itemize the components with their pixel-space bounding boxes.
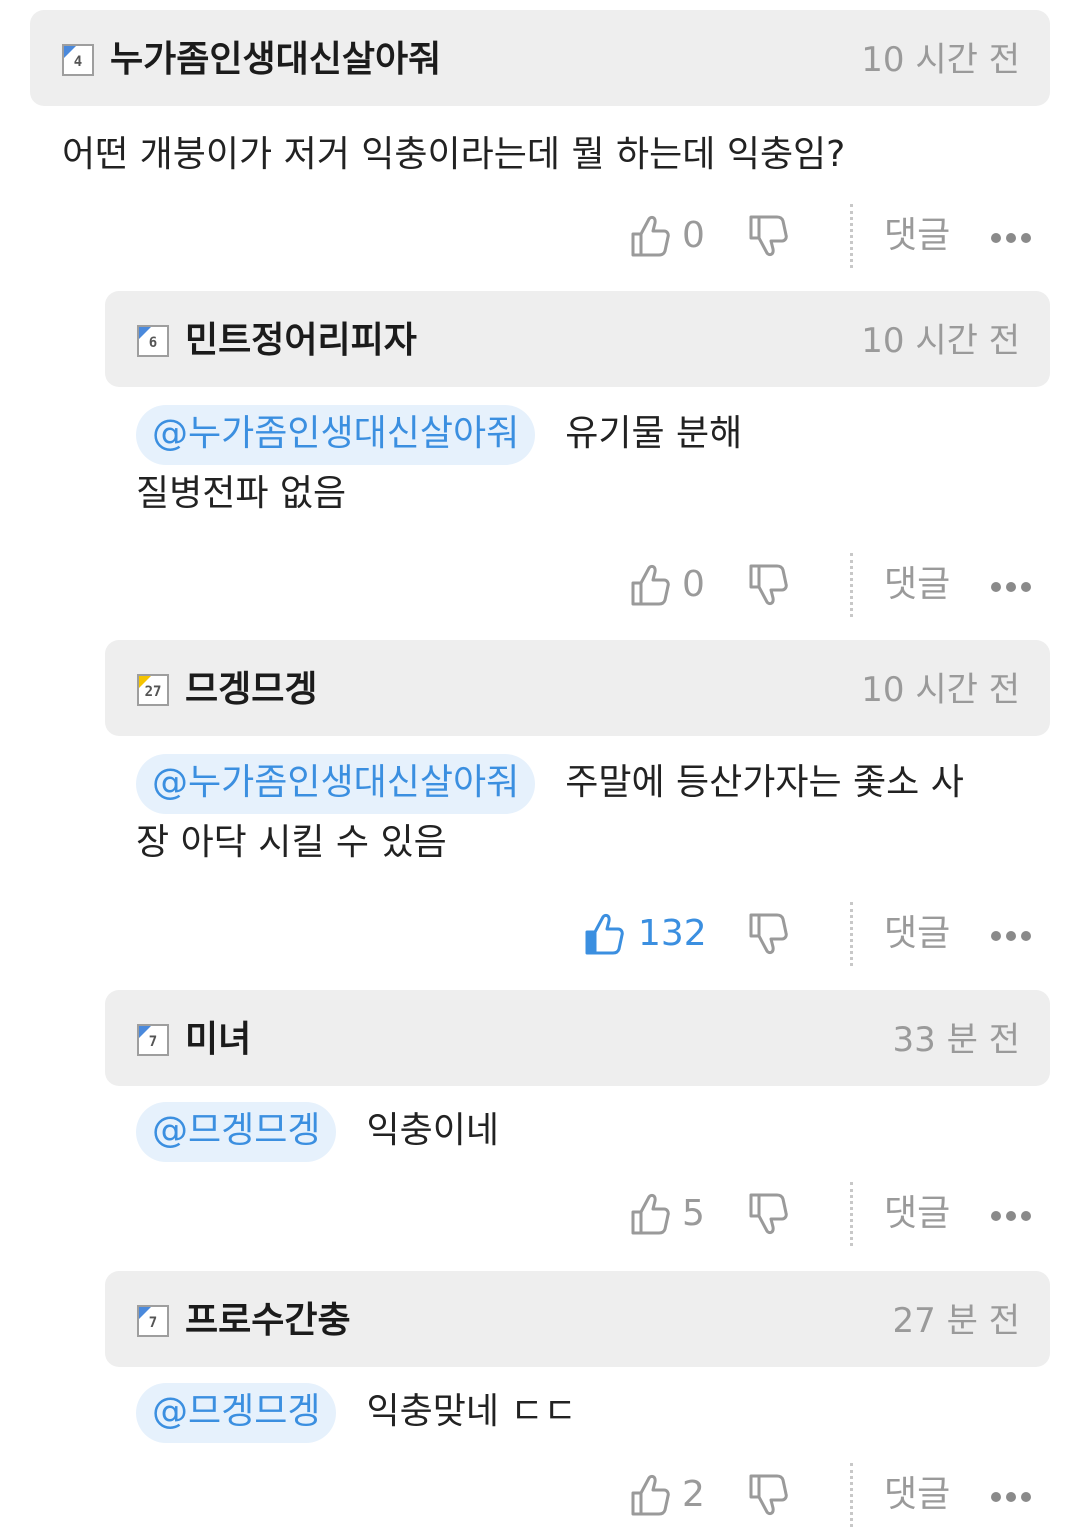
timestamp: 10 시간 전 (861, 670, 1020, 710)
timestamp: 10 시간 전 (861, 321, 1020, 361)
nickname[interactable]: 므겡므겡 (185, 666, 317, 714)
divider (850, 902, 853, 966)
level-badge-icon: 27 (137, 674, 169, 706)
comment-body: @므겡므겡 익충이네 (136, 1102, 499, 1162)
divider (850, 553, 853, 617)
more-icon[interactable] (990, 581, 1032, 593)
like-count: 0 (682, 215, 705, 256)
comment-body: 어떤 개붕이가 저거 익충이라는데 뭘 하는데 익충임? (62, 126, 845, 184)
mention-tag[interactable]: @므겡므겡 (136, 1102, 337, 1162)
like-count: 5 (682, 1193, 705, 1234)
reply-button[interactable]: 댓글 (884, 1471, 950, 1519)
like-count: 2 (682, 1474, 705, 1515)
nickname[interactable]: 미녀 (185, 1016, 251, 1064)
timestamp: 27 분 전 (892, 1301, 1020, 1341)
level-badge-icon: 7 (137, 1305, 169, 1337)
comment-text: 익충맞네 ㄷㄷ (366, 1391, 577, 1432)
comment-header: 4 누가좀인생대신살아줘 10 시간 전 (30, 10, 1050, 106)
level-badge-icon: 6 (137, 325, 169, 357)
mention-tag[interactable]: @누가좀인생대신살아줘 (136, 405, 536, 465)
comment-actions: 0 댓글 (630, 553, 1050, 617)
comment-body: @누가좀인생대신살아줘 유기물 분해 질병전파 없음 (136, 405, 1050, 523)
more-icon[interactable] (990, 1210, 1032, 1222)
level-badge-icon: 4 (62, 44, 94, 76)
more-icon[interactable] (990, 232, 1032, 244)
divider (850, 1463, 853, 1527)
thumbs-down-icon[interactable] (748, 912, 788, 956)
reply-button[interactable]: 댓글 (884, 212, 950, 260)
thumbs-down-icon[interactable] (748, 214, 788, 258)
comment-text: 유기물 분해 (565, 413, 743, 454)
divider (850, 204, 853, 268)
reply-button[interactable]: 댓글 (884, 1190, 950, 1238)
mention-tag[interactable]: @므겡므겡 (136, 1383, 337, 1443)
nickname[interactable]: 민트정어리피자 (185, 317, 417, 365)
comment-body: @누가좀인생대신살아줘 주말에 등산가자는 좇소 사 장 아닥 시킬 수 있음 (136, 754, 1056, 872)
comment-text: 어떤 개붕이가 저거 익충이라는데 뭘 하는데 익충임? (62, 134, 846, 175)
divider (850, 1182, 853, 1246)
comment-text-line2: 장 아닥 시킬 수 있음 (136, 822, 447, 863)
mention-tag[interactable]: @누가좀인생대신살아줘 (136, 754, 536, 814)
comment-text: 익충이네 (366, 1110, 499, 1151)
comment-header: 27 므겡므겡 10 시간 전 (105, 640, 1050, 736)
timestamp: 10 시간 전 (861, 40, 1020, 80)
thumbs-down-icon[interactable] (748, 1473, 788, 1517)
comment-header: 7 미녀 33 분 전 (105, 990, 1050, 1086)
comment-text: 주말에 등산가자는 좇소 사 (565, 762, 964, 803)
more-icon[interactable] (990, 1491, 1032, 1503)
nickname[interactable]: 프로수간충 (185, 1297, 351, 1345)
comment-body: @므겡므겡 익충맞네 ㄷㄷ (136, 1383, 577, 1443)
timestamp: 33 분 전 (892, 1020, 1020, 1060)
comment-header: 6 민트정어리피자 10 시간 전 (105, 291, 1050, 387)
comment-header: 7 프로수간충 27 분 전 (105, 1271, 1050, 1367)
reply-button[interactable]: 댓글 (884, 561, 950, 609)
like-count: 0 (682, 564, 705, 605)
comment-actions: 5 댓글 (630, 1182, 1050, 1246)
thumbs-up-icon[interactable] (630, 1192, 670, 1236)
level-badge-icon: 7 (137, 1024, 169, 1056)
comment-actions: 2 댓글 (630, 1463, 1050, 1527)
thumbs-up-icon[interactable] (630, 214, 670, 258)
reply-button[interactable]: 댓글 (884, 910, 950, 958)
comment-actions: 0 댓글 (630, 204, 1050, 268)
thumbs-up-icon[interactable] (584, 912, 624, 956)
more-icon[interactable] (990, 930, 1032, 942)
thumbs-down-icon[interactable] (748, 1192, 788, 1236)
thumbs-up-icon[interactable] (630, 563, 670, 607)
like-count: 132 (638, 913, 707, 954)
comment-text-line2: 질병전파 없음 (136, 473, 347, 514)
nickname[interactable]: 누가좀인생대신살아줘 (110, 36, 441, 84)
thumbs-down-icon[interactable] (748, 563, 788, 607)
comment-actions: 132 댓글 (585, 902, 1050, 966)
thumbs-up-icon[interactable] (630, 1473, 670, 1517)
